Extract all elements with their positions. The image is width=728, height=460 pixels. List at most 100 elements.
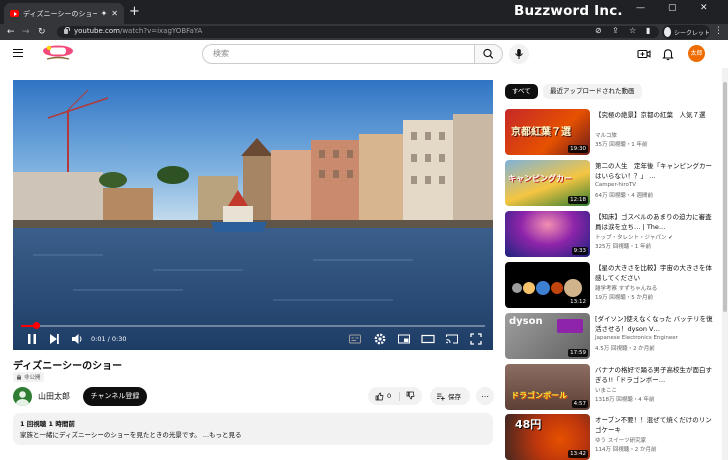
video-player[interactable]: 0:01 / 0:30 xyxy=(13,80,493,350)
video-title[interactable]: 【究極の絶景】京都の紅葉 人気７選 xyxy=(595,110,717,120)
video-thumbnail[interactable]: 京都紅葉７選 19:30 xyxy=(505,109,590,155)
video-frame xyxy=(13,80,493,350)
sidepanel-icon[interactable]: ▮ xyxy=(646,26,650,35)
recommended-video[interactable]: 9:33 【知床】ゴスペルのあまりの迫力に審査員は涙を立ち… | The… トッ… xyxy=(505,211,721,257)
youtube-logo[interactable] xyxy=(40,43,76,61)
next-video-icon[interactable] xyxy=(47,332,61,346)
window-close-icon[interactable]: ✕ xyxy=(700,3,708,13)
channel-name[interactable]: Camper-hiroTV xyxy=(595,182,636,188)
scrubber-handle[interactable] xyxy=(32,322,40,329)
channel-name[interactable]: 山田太郎 xyxy=(38,391,70,402)
subscribe-button[interactable]: チャンネル登録 xyxy=(83,387,147,406)
video-duration: 13:42 xyxy=(568,450,588,458)
video-meta: 19万 回視聴・5 か月前 xyxy=(595,295,653,301)
channel-name[interactable]: いまここ xyxy=(595,386,617,394)
save-button[interactable]: 保存 xyxy=(430,387,470,405)
chrome-menu-icon[interactable]: ⋮ xyxy=(714,26,723,36)
person-icon xyxy=(16,391,29,406)
forward-icon[interactable]: → xyxy=(22,26,30,38)
progress-bar[interactable] xyxy=(21,322,485,329)
youtube-header: 検索 太郎 xyxy=(0,40,728,68)
lock-icon[interactable] xyxy=(64,26,70,34)
user-avatar[interactable]: 太郎 xyxy=(688,45,705,62)
playlist-add-icon xyxy=(437,393,445,400)
video-thumbnail[interactable]: 13:12 xyxy=(505,262,590,308)
thumbnail-caption: ドラゴンボール xyxy=(511,391,567,400)
scrollbar-thumb[interactable] xyxy=(723,82,727,312)
star-icon[interactable]: ☆ xyxy=(629,26,636,35)
share-icon[interactable]: ⇪ xyxy=(612,26,619,35)
recommended-video[interactable]: 48円 13:42 オーブン不要！！混ぜて焼くだけのリンゴケーキ ゆう スイーツ… xyxy=(505,414,721,460)
recommended-video[interactable]: ドラゴンボール 4:57 バナナの格好で踊る男子高校生が面白すぎる!!「ドラゴン… xyxy=(505,364,721,410)
new-tab-icon[interactable]: + xyxy=(129,5,140,18)
create-video-icon[interactable] xyxy=(636,46,652,62)
recommended-video[interactable]: キャンピングカー 12:18 第二の人生 定年後「キャンピングカーはいらない！？… xyxy=(505,160,721,206)
video-title[interactable]: 第二の人生 定年後「キャンピングカーはいらない！？」 … xyxy=(595,161,717,181)
search-button[interactable] xyxy=(474,44,503,64)
back-icon[interactable]: ← xyxy=(7,26,15,38)
video-title[interactable]: バナナの格好で踊る男子高校生が面白すぎる!!「ドラゴンボー… xyxy=(595,365,717,385)
video-title[interactable]: 【星の大きさを比較】宇宙の大きさを体感してください xyxy=(595,263,717,283)
fullscreen-icon[interactable] xyxy=(469,332,483,346)
channel-name[interactable]: 雑学考察 すずちゃんねる xyxy=(595,284,657,292)
video-duration: 12:18 xyxy=(568,196,588,204)
video-thumbnail[interactable]: dyson 17:59 xyxy=(505,313,590,359)
channel-name[interactable]: Japanese Electronics Engineer xyxy=(595,335,678,341)
minimize-icon[interactable]: — xyxy=(636,3,645,13)
tab-title: ディズニーシーのショー - YouTube xyxy=(23,9,97,18)
notifications-bell-icon[interactable] xyxy=(660,46,676,62)
battery-icon xyxy=(557,319,583,333)
thumbnail-caption: dyson xyxy=(509,316,543,327)
page-scrollbar[interactable] xyxy=(722,68,728,460)
channel-name[interactable]: マルコ旅 xyxy=(595,131,617,139)
privacy-label: 非公開 xyxy=(24,375,41,381)
thumbnail-caption: 京都紅葉７選 xyxy=(511,127,571,138)
video-thumbnail[interactable]: ドラゴンボール 4:57 xyxy=(505,364,590,410)
url-omnibox[interactable]: youtube.com/watch?v=ixagYOBFaYA ⊘ ⇪ ☆ ▮ xyxy=(57,26,659,38)
chip-recent-uploads[interactable]: 最近アップロードされた動画 xyxy=(543,84,642,99)
cast-icon[interactable] xyxy=(445,332,459,346)
watermark-brand: Buzzword Inc. xyxy=(514,3,623,19)
captions-icon[interactable] xyxy=(348,332,362,346)
video-title[interactable]: オーブン不要！！混ぜて焼くだけのリンゴケーキ xyxy=(595,415,717,435)
tab-close-icon[interactable]: ✕ xyxy=(111,9,118,18)
channel-avatar[interactable] xyxy=(13,387,32,406)
search-icon xyxy=(483,48,494,59)
settings-gear-icon[interactable] xyxy=(373,332,387,346)
incognito-profile[interactable]: シークレット xyxy=(662,25,710,39)
menu-icon[interactable] xyxy=(13,49,23,57)
voice-search-button[interactable] xyxy=(509,44,529,64)
video-title[interactable]: [ダイソン]使えなくなった バッテリを復活させる！dyson V… xyxy=(595,314,717,334)
more-actions-icon[interactable]: ⋯ xyxy=(476,387,494,405)
description-box[interactable]: 1 回視聴 1 時間前 家族と一緒にディズニーシーのショーを見たときの光景です。… xyxy=(13,413,493,445)
video-stats: 1 回視聴 1 時間前 xyxy=(20,420,75,428)
maximize-icon[interactable]: ▢ xyxy=(668,3,677,13)
video-thumbnail[interactable]: 9:33 xyxy=(505,211,590,257)
recommended-video[interactable]: dyson 17:59 [ダイソン]使えなくなった バッテリを復活させる！dys… xyxy=(505,313,721,359)
privacy-badge: 非公開 xyxy=(13,372,44,382)
audio-icon[interactable]: ✦ xyxy=(101,9,108,18)
recommended-video[interactable]: 13:12 【星の大きさを比較】宇宙の大きさを体感してください 雑学考察 すずち… xyxy=(505,262,721,308)
video-title[interactable]: 【知床】ゴスペルのあまりの迫力に審査員は涙を立ち… | The… xyxy=(595,212,717,232)
address-bar-row: ← → ↻ youtube.com/watch?v=ixagYOBFaYA ⊘ … xyxy=(0,24,728,40)
miniplayer-icon[interactable] xyxy=(397,332,411,346)
pause-icon[interactable] xyxy=(25,332,39,346)
like-button[interactable]: 0 xyxy=(368,391,400,401)
reload-icon[interactable]: ↻ xyxy=(38,26,46,38)
volume-icon[interactable] xyxy=(70,332,84,346)
theater-mode-icon[interactable] xyxy=(421,332,435,346)
dislike-button[interactable] xyxy=(400,391,415,402)
chip-all[interactable]: すべて xyxy=(505,84,538,99)
recommended-video[interactable]: 京都紅葉７選 19:30 【究極の絶景】京都の紅葉 人気７選 マルコ旅 35万 … xyxy=(505,109,721,155)
video-thumbnail[interactable]: キャンピングカー 12:18 xyxy=(505,160,590,206)
browser-tab[interactable]: ディズニーシーのショー - YouTube ✦ ✕ xyxy=(4,3,124,24)
search-input[interactable]: 検索 xyxy=(202,44,474,64)
browser-tab-bar: ディズニーシーのショー - YouTube ✦ ✕ + Buzzword Inc… xyxy=(0,0,728,24)
url-text[interactable]: youtube.com/watch?v=ixagYOBFaYA xyxy=(74,27,202,35)
video-duration: 19:30 xyxy=(568,145,588,153)
channel-name[interactable]: ゆう スイーツ研究家 xyxy=(595,436,646,444)
video-thumbnail[interactable]: 48円 13:42 xyxy=(505,414,590,460)
channel-name[interactable]: トップ・タレント・ジャパン ✔ xyxy=(595,233,673,241)
like-dislike-group: 0 xyxy=(368,387,422,405)
eye-off-icon[interactable]: ⊘ xyxy=(595,26,602,35)
